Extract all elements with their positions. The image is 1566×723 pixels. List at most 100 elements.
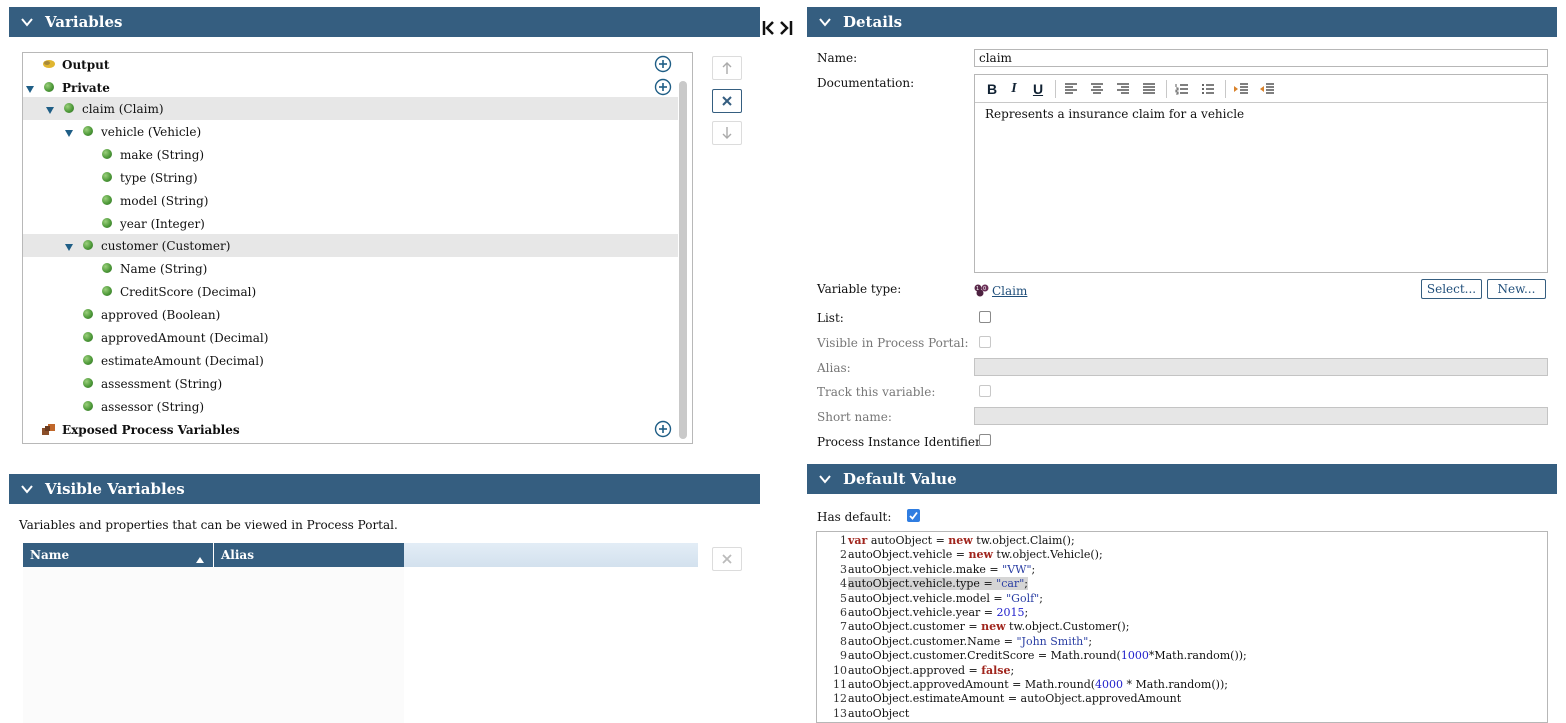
remove-visible-variable-button[interactable]: [712, 547, 742, 571]
line-number: 7: [840, 620, 847, 634]
code-line[interactable]: 5 autoObject.vehicle.model = "Golf";: [817, 592, 1043, 606]
bulleted-list-icon[interactable]: [1199, 80, 1217, 98]
add-variable-icon[interactable]: [654, 55, 672, 73]
align-center-icon[interactable]: [1088, 80, 1106, 98]
new-type-button[interactable]: New...: [1487, 279, 1546, 299]
tree-node[interactable]: claim (Claim): [23, 97, 678, 120]
details-section-header[interactable]: Details: [807, 7, 1557, 37]
variable-type-link[interactable]: Claim: [992, 284, 1027, 298]
code-line[interactable]: 10 autoObject.approved = false;: [817, 664, 1014, 678]
tree-node[interactable]: Private: [23, 76, 678, 99]
green-ball-icon: [83, 355, 93, 365]
expand-triangle-icon[interactable]: [64, 242, 74, 252]
code-line[interactable]: 4 autoObject.vehicle.type = "car";: [817, 577, 1028, 591]
table-header-filler: [404, 543, 698, 567]
green-ball-icon: [102, 286, 112, 296]
details-title: Details: [843, 13, 903, 31]
add-variable-icon[interactable]: [654, 420, 672, 438]
tree-node[interactable]: customer (Customer): [23, 234, 678, 257]
process-instance-identifier-checkbox[interactable]: [979, 434, 991, 446]
tree-node[interactable]: approvedAmount (Decimal): [23, 326, 678, 349]
chevron-down-icon[interactable]: [9, 482, 45, 496]
documentation-text[interactable]: Represents a insurance claim for a vehic…: [985, 107, 1244, 121]
move-up-button[interactable]: [712, 56, 742, 80]
documentation-editor[interactable]: B I U Represents a insurance claim for a…: [974, 74, 1548, 273]
code-text: autoObject: [848, 706, 910, 720]
table-header-alias[interactable]: Alias: [214, 543, 404, 567]
tree-node[interactable]: assessor (String): [23, 395, 678, 418]
align-left-icon[interactable]: [1062, 80, 1080, 98]
name-field[interactable]: claim: [974, 49, 1548, 67]
tree-node-label: Output: [62, 57, 110, 72]
tree-node[interactable]: year (Integer): [23, 212, 678, 235]
indent-icon[interactable]: [1232, 80, 1250, 98]
tree-scrollbar[interactable]: [679, 81, 687, 439]
code-line[interactable]: 11 autoObject.approvedAmount = Math.round…: [817, 678, 1228, 692]
tree-node[interactable]: Name (String): [23, 257, 678, 280]
tree-node-label: make (String): [120, 147, 205, 162]
expand-triangle-icon[interactable]: [45, 105, 55, 115]
sort-ascending-icon[interactable]: [196, 552, 204, 566]
output-icon: [43, 60, 55, 68]
green-ball-icon: [83, 401, 93, 411]
code-line[interactable]: 12 autoObject.estimateAmount = autoObject…: [817, 692, 1181, 706]
numbered-list-icon[interactable]: [1173, 80, 1191, 98]
code-line[interactable]: 2 autoObject.vehicle = new tw.object.Vehi…: [817, 548, 1103, 562]
chevron-down-icon[interactable]: [9, 15, 45, 29]
line-number: 12: [833, 692, 847, 706]
code-text: autoObject.vehicle.model = "Golf";: [848, 591, 1043, 605]
outdent-icon[interactable]: [1258, 80, 1276, 98]
visible-in-portal-checkbox[interactable]: [979, 336, 991, 348]
default-value-section-header[interactable]: Default Value: [807, 464, 1557, 494]
tree-node[interactable]: CreditScore (Decimal): [23, 280, 678, 303]
tree-node[interactable]: vehicle (Vehicle): [23, 120, 678, 143]
code-line[interactable]: 8 autoObject.customer.Name = "John Smith"…: [817, 635, 1092, 649]
default-value-code-editor[interactable]: 1 var autoObject = new tw.object.Claim();…: [816, 531, 1548, 723]
variables-title: Variables: [45, 13, 123, 31]
align-right-icon[interactable]: [1114, 80, 1132, 98]
underline-icon[interactable]: U: [1029, 80, 1047, 98]
expand-triangle-icon[interactable]: [64, 128, 74, 138]
bold-icon[interactable]: B: [983, 80, 1001, 98]
collapse-panels-icon[interactable]: [762, 18, 794, 38]
code-line[interactable]: 7 autoObject.customer = new tw.object.Cus…: [817, 620, 1129, 634]
code-line[interactable]: 3 autoObject.vehicle.make = "VW";: [817, 563, 1035, 577]
line-number: 9: [840, 649, 847, 663]
code-text: autoObject.vehicle.year = 2015;: [848, 606, 1029, 619]
table-header-name[interactable]: Name: [23, 543, 213, 567]
code-line[interactable]: 6 autoObject.vehicle.year = 2015;: [817, 606, 1028, 620]
justify-icon[interactable]: [1140, 80, 1158, 98]
code-line[interactable]: 9 autoObject.customer.CreditScore = Math.…: [817, 649, 1247, 663]
track-variable-checkbox[interactable]: [979, 385, 991, 397]
move-down-button[interactable]: [712, 121, 742, 145]
tree-node[interactable]: make (String): [23, 143, 678, 166]
green-ball-icon: [83, 240, 93, 250]
tree-node[interactable]: Exposed Process Variables: [23, 418, 678, 441]
delete-variable-button[interactable]: [712, 89, 742, 113]
add-variable-icon[interactable]: [654, 78, 672, 96]
green-ball-icon: [83, 309, 93, 319]
variables-tree[interactable]: Output Private claim (Claim) vehicle (Vehic…: [22, 52, 693, 444]
short-name-field[interactable]: [974, 407, 1548, 425]
chevron-down-icon[interactable]: [807, 472, 843, 486]
tree-node[interactable]: type (String): [23, 166, 678, 189]
tree-node[interactable]: approved (Boolean): [23, 303, 678, 326]
code-line[interactable]: 1 var autoObject = new tw.object.Claim();: [817, 534, 1075, 548]
tree-node[interactable]: Output: [23, 53, 678, 76]
chevron-down-icon[interactable]: [807, 15, 843, 29]
expand-triangle-icon[interactable]: [25, 84, 35, 94]
list-checkbox[interactable]: [979, 311, 991, 323]
visible-variables-section-header[interactable]: Visible Variables: [9, 474, 760, 504]
tree-node-label: assessor (String): [101, 399, 205, 414]
tree-node-label: customer (Customer): [101, 238, 231, 253]
variables-section-header[interactable]: Variables: [9, 7, 760, 37]
tree-node[interactable]: model (String): [23, 189, 678, 212]
select-type-button[interactable]: Select...: [1421, 279, 1482, 299]
tree-node[interactable]: estimateAmount (Decimal): [23, 349, 678, 372]
tree-node[interactable]: assessment (String): [23, 372, 678, 395]
tree-node-label: assessment (String): [101, 376, 223, 391]
code-line[interactable]: 13 autoObject: [817, 707, 909, 721]
has-default-checkbox[interactable]: [907, 509, 920, 522]
italic-icon[interactable]: I: [1005, 80, 1023, 98]
alias-field[interactable]: [974, 358, 1548, 376]
